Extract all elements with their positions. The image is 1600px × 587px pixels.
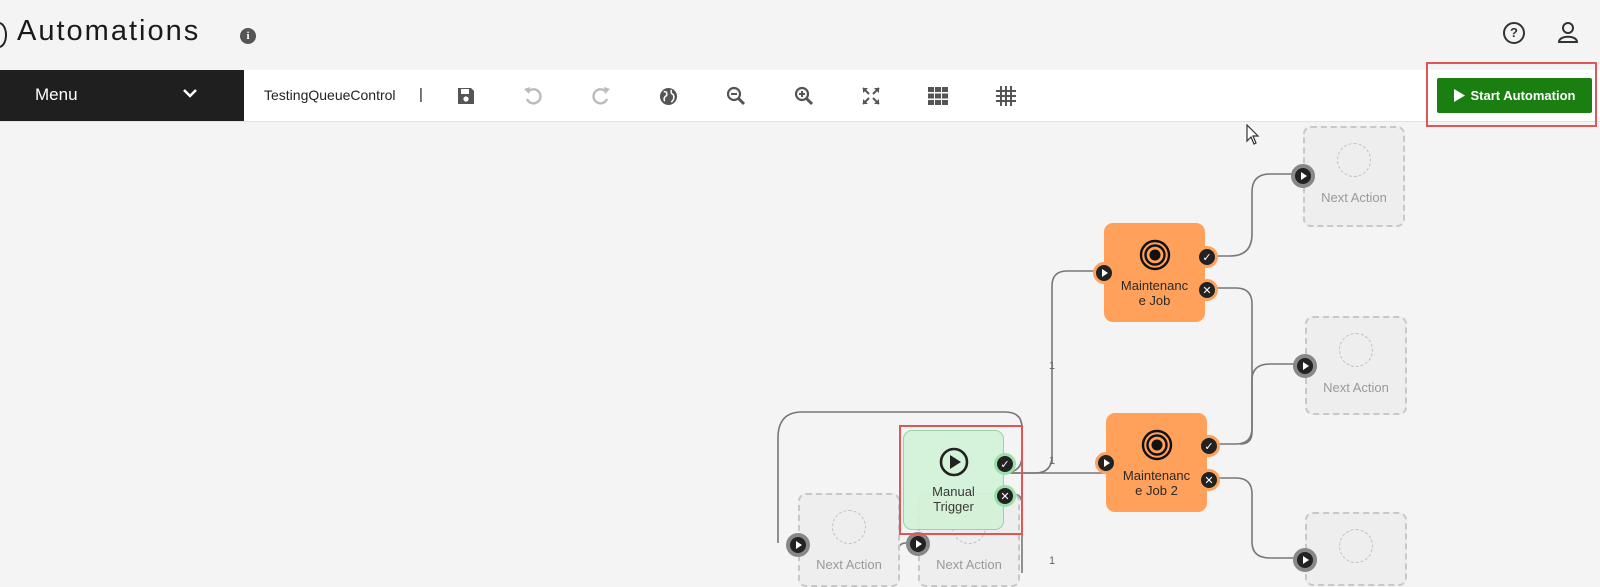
editor-toolbar: Menu TestingQueueControl | Start Automat… [0, 70, 1600, 122]
input-port[interactable] [1293, 548, 1317, 572]
zoom-out-icon [726, 86, 746, 106]
play-circle-icon [939, 447, 968, 477]
node-label-line2: e Job 2 [1135, 483, 1178, 498]
manual-trigger-node[interactable]: Manual Trigger [903, 430, 1004, 530]
success-port[interactable]: ✓ [994, 453, 1016, 475]
undo-icon [524, 87, 542, 105]
node-label-line1: Maintenanc [1120, 278, 1189, 293]
save-button[interactable] [451, 81, 481, 111]
node-label: Next Action [1323, 380, 1389, 395]
automation-canvas[interactable]: 1 1 1 Next Action Next Action Maintenanc… [0, 122, 1600, 587]
failure-port[interactable]: ✕ [1198, 469, 1220, 491]
info-icon[interactable]: i [240, 28, 256, 44]
fit-screen-button[interactable] [856, 81, 886, 111]
node-label: Next Action [816, 557, 882, 572]
success-port[interactable]: ✓ [1196, 246, 1218, 268]
input-port[interactable] [1093, 262, 1115, 284]
page-header: Automations i ? [0, 0, 1600, 70]
next-action-node[interactable]: Next Action [1305, 316, 1407, 415]
target-icon [1141, 429, 1172, 461]
help-icon[interactable]: ? [1503, 22, 1525, 44]
menu-label: Menu [35, 85, 78, 104]
node-label: Next Action [1321, 190, 1387, 205]
user-icon[interactable] [1556, 20, 1580, 44]
start-automation-button[interactable]: Start Automation [1437, 78, 1592, 113]
mouse-cursor-icon [1246, 124, 1260, 145]
target-icon [1139, 239, 1170, 271]
input-port[interactable] [906, 532, 930, 556]
snap-grid-button[interactable] [991, 81, 1021, 111]
node-label-line2: Trigger [933, 499, 974, 514]
redo-button[interactable] [586, 81, 616, 111]
success-port[interactable]: ✓ [1198, 435, 1220, 457]
chevron-down-icon [183, 89, 197, 98]
save-icon [458, 88, 474, 104]
placeholder-circle-icon [832, 510, 866, 544]
placeholder-circle-icon [1339, 529, 1373, 563]
grid-button[interactable] [923, 81, 953, 111]
node-label-line2: e Job [1138, 293, 1171, 308]
play-icon [1453, 89, 1465, 102]
zoom-in-icon [794, 86, 814, 106]
input-port[interactable] [1095, 452, 1117, 474]
fit-screen-icon [862, 87, 880, 105]
placeholder-circle-icon [1339, 333, 1373, 367]
logo-icon [0, 22, 7, 48]
input-port[interactable] [1291, 164, 1315, 188]
input-port[interactable] [786, 533, 810, 557]
node-label-line1: Maintenanc [1122, 468, 1191, 483]
maintenance-job-node[interactable]: Maintenanc e Job [1104, 223, 1205, 322]
zoom-in-button[interactable] [789, 81, 819, 111]
maintenance-job-2-node[interactable]: Maintenanc e Job 2 [1106, 413, 1207, 512]
globe-button[interactable] [653, 81, 683, 111]
failure-port[interactable]: ✕ [1196, 279, 1218, 301]
edge-label: 1 [1049, 360, 1056, 372]
grid-icon [928, 87, 948, 105]
snap-grid-icon [996, 86, 1016, 106]
page-title: Automations [17, 15, 201, 47]
globe-icon [659, 87, 677, 105]
input-port[interactable] [1293, 354, 1317, 378]
redo-icon [592, 87, 610, 105]
menu-dropdown[interactable]: Menu [0, 70, 244, 121]
node-label: Next Action [936, 557, 1002, 572]
undo-button[interactable] [518, 81, 548, 111]
zoom-out-button[interactable] [721, 81, 751, 111]
placeholder-circle-icon [1337, 143, 1371, 177]
failure-port[interactable]: ✕ [994, 485, 1016, 507]
node-label-line1: Manual [932, 484, 975, 499]
next-action-node[interactable] [1305, 512, 1407, 586]
edge-label: 1 [1049, 455, 1056, 467]
automation-name: TestingQueueControl [264, 87, 396, 103]
separator: | [419, 86, 423, 103]
start-automation-label: Start Automation [1470, 88, 1576, 103]
next-action-node[interactable]: Next Action [1303, 126, 1405, 227]
edge-label: 1 [1049, 555, 1056, 567]
